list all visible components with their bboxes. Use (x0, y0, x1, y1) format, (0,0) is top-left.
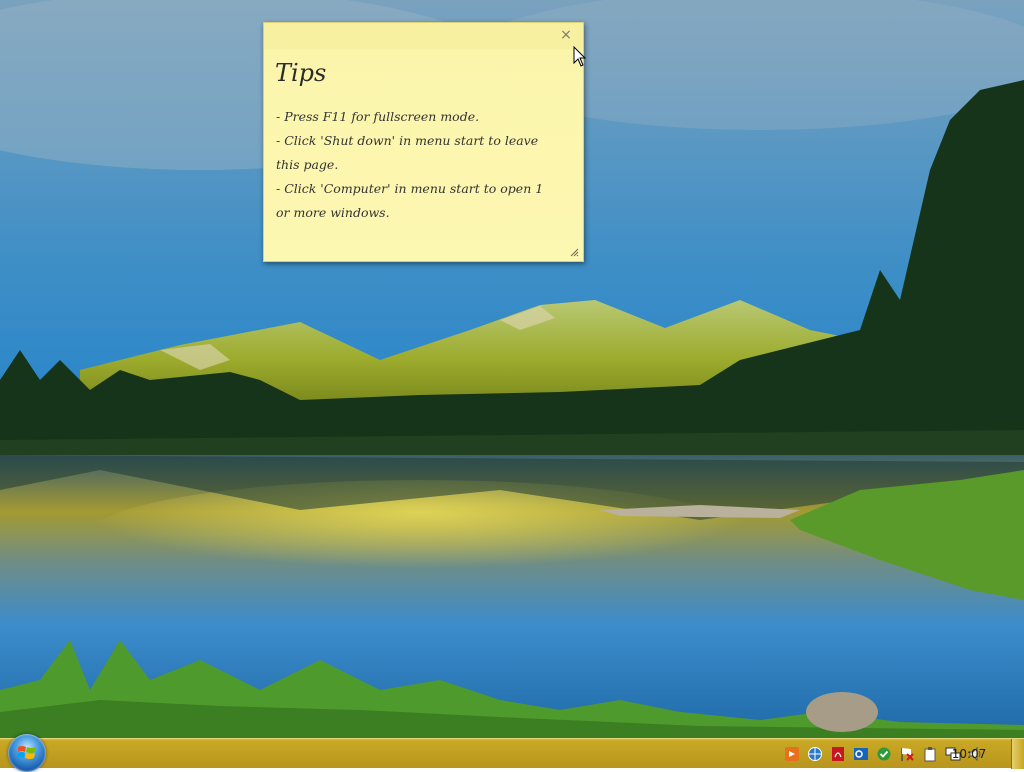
pdf-reader-icon[interactable] (830, 746, 846, 762)
note-line: - Click 'Computer' in menu start to open… (276, 181, 544, 196)
note-line: or more windows. (276, 205, 390, 220)
note-line: - Click 'Shut down' in menu start to lea… (276, 133, 539, 148)
desktop[interactable]: × Tips - Press F11 for fullscreen mode. … (0, 0, 1024, 738)
note-title: Tips (275, 59, 327, 87)
sticky-note[interactable]: × Tips - Press F11 for fullscreen mode. … (263, 22, 584, 262)
taskbar: 10:07 (0, 734, 1024, 772)
outlook-icon[interactable] (853, 746, 869, 762)
action-center-flag-icon[interactable] (899, 746, 915, 762)
media-player-icon[interactable] (784, 746, 800, 762)
resize-grip-icon[interactable] (570, 248, 579, 257)
taskbar-clock[interactable]: 10:07 (944, 744, 994, 764)
windows-logo-icon (17, 746, 36, 759)
close-icon[interactable]: × (559, 27, 573, 43)
mouse-cursor-icon (573, 46, 587, 67)
security-check-icon[interactable] (876, 746, 892, 762)
note-line: this page. (276, 157, 339, 172)
network-globe-icon[interactable] (807, 746, 823, 762)
start-button[interactable] (8, 734, 46, 772)
note-line: - Press F11 for fullscreen mode. (276, 109, 480, 124)
show-desktop-button[interactable] (1011, 739, 1024, 769)
note-body[interactable]: - Press F11 for fullscreen mode. - Click… (276, 105, 576, 225)
clipboard-icon[interactable] (922, 746, 938, 762)
